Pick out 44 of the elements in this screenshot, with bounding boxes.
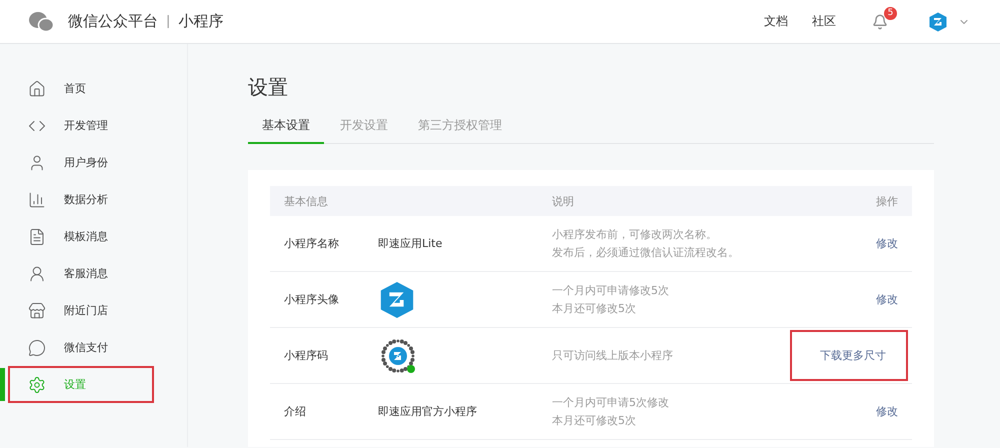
column-header: 说明 xyxy=(552,194,575,208)
description-text: 一个月内可申请5次修改 本月还可修改5次 xyxy=(552,394,670,428)
sidebar-item[interactable]: 附近门店 xyxy=(0,292,187,329)
description-text: 只可访问线上版本小程序 xyxy=(552,348,674,364)
sidebar-item-icon xyxy=(28,338,46,356)
table-cell-text: 小程序名称 xyxy=(284,236,340,251)
title-separator: | xyxy=(166,14,170,29)
sidebar-item-icon xyxy=(28,264,46,282)
column-header: 操作 xyxy=(876,194,898,208)
header-link[interactable]: 文档 xyxy=(764,13,788,30)
sidebar-item-icon xyxy=(28,228,46,246)
sidebar-item-icon xyxy=(28,302,46,320)
section-title: 小程序 xyxy=(178,12,224,31)
tab[interactable]: 基本设置 xyxy=(248,117,324,144)
notification-count: 5 xyxy=(884,6,897,20)
sidebar-item-icon xyxy=(28,376,46,394)
sidebar-item-icon xyxy=(28,190,46,208)
sidebar-item[interactable]: 微信支付 xyxy=(0,329,187,366)
page-title: 设置 xyxy=(248,74,289,101)
table-cell: 即速应用Lite xyxy=(378,236,442,251)
table-cell-text: 小程序码 xyxy=(284,348,329,363)
sidebar-item[interactable]: 首页 xyxy=(0,70,187,107)
app-logo-icon xyxy=(378,280,416,318)
sidebar-item-icon xyxy=(28,80,46,98)
sidebar-item[interactable]: 用户身份 xyxy=(0,144,187,181)
description-text: 小程序发布前，可修改两次名称。 发布后，必须通过微信认证流程改名。 xyxy=(552,226,740,260)
sidebar-item[interactable]: 开发管理 xyxy=(0,107,187,144)
action-link[interactable]: 下载更多尺寸 xyxy=(820,349,886,362)
header-link[interactable]: 社区 xyxy=(812,13,836,30)
table-cell: 即速应用官方小程序 xyxy=(378,404,477,419)
sidebar-item[interactable]: 模板消息 xyxy=(0,218,187,255)
action-link[interactable]: 修改 xyxy=(876,404,898,419)
column-header: 基本信息 xyxy=(284,194,329,208)
description-text: 一个月内可申请修改5次 本月还可修改5次 xyxy=(552,282,670,316)
bell-icon[interactable] xyxy=(872,14,888,30)
platform-title: 微信公众平台 xyxy=(68,12,158,31)
sidebar-item[interactable]: 数据分析 xyxy=(0,181,187,218)
app-logo-icon xyxy=(928,12,948,32)
chat-bubbles-icon xyxy=(28,10,54,32)
sidebar-item[interactable]: 客服消息 xyxy=(0,255,187,292)
action-link[interactable]: 修改 xyxy=(876,236,898,251)
table-cell-text: 小程序头像 xyxy=(284,292,340,307)
table-cell-text: 介绍 xyxy=(284,404,307,419)
action-link[interactable]: 修改 xyxy=(876,292,898,307)
